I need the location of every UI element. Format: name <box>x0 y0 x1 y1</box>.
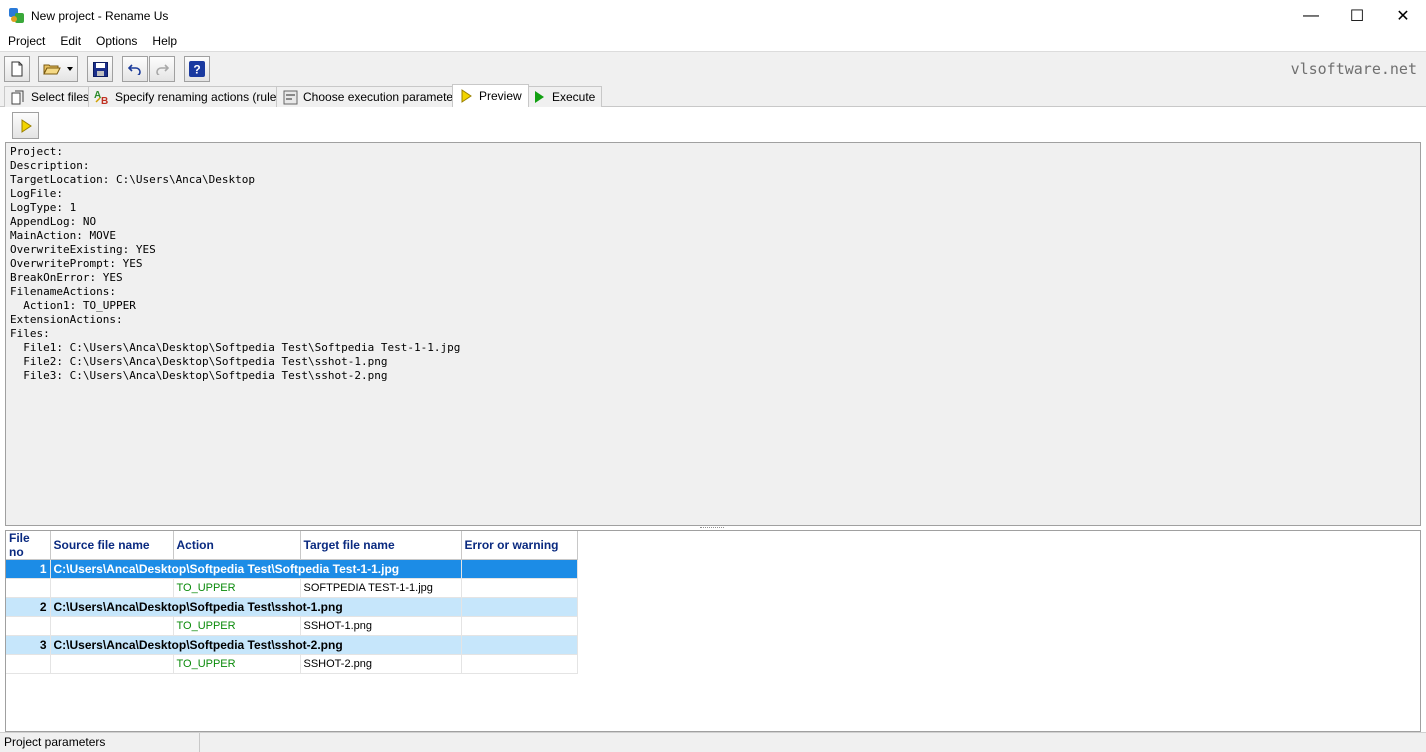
save-icon <box>92 61 108 77</box>
file-no-cell: 3 <box>6 635 51 655</box>
preview-arrow-icon <box>21 118 32 133</box>
preview-panel: Project: Description: TargetLocation: C:… <box>0 107 1426 732</box>
target-file-cell: SOFTPEDIA TEST-1-1.jpg <box>300 578 462 598</box>
action-cell: TO_UPPER <box>173 578 301 598</box>
tab-preview[interactable]: Preview <box>452 84 529 107</box>
col-file-no[interactable]: File no <box>6 531 51 560</box>
undo-button[interactable] <box>122 56 148 82</box>
table-row[interactable]: 2 C:\Users\Anca\Desktop\Softpedia Test\s… <box>6 597 578 617</box>
col-target-file-name[interactable]: Target file name <box>300 531 462 560</box>
close-button[interactable]: ✕ <box>1380 0 1426 31</box>
chevron-down-icon <box>67 67 73 71</box>
maximize-icon: ☐ <box>1349 7 1365 25</box>
col-action[interactable]: Action <box>173 531 301 560</box>
file-no-cell: 2 <box>6 597 51 617</box>
status-secondary <box>200 733 1426 752</box>
menu-bar: Project Edit Options Help <box>0 31 1426 51</box>
open-project-button[interactable] <box>38 56 78 82</box>
file-no-cell: 1 <box>6 559 51 579</box>
source-file-cell: C:\Users\Anca\Desktop\Softpedia Test\ssh… <box>50 635 462 655</box>
col-error-warning[interactable]: Error or warning <box>461 531 578 560</box>
preview-table: File no Source file name Action Target f… <box>6 531 578 674</box>
menu-options[interactable]: Options <box>88 31 144 51</box>
table-header: File no Source file name Action Target f… <box>6 531 578 560</box>
minimize-button[interactable]: — <box>1288 0 1334 31</box>
svg-text:?: ? <box>193 63 200 77</box>
tab-label: Execute <box>552 90 596 104</box>
source-file-cell: C:\Users\Anca\Desktop\Softpedia Test\ssh… <box>50 597 462 617</box>
menu-edit[interactable]: Edit <box>52 31 88 51</box>
close-icon: ✕ <box>1396 7 1410 25</box>
preview-arrow-icon <box>458 88 474 104</box>
app-icon[interactable] <box>9 7 25 24</box>
table-row[interactable]: TO_UPPER SSHOT-2.png <box>6 654 578 674</box>
action-cell: TO_UPPER <box>173 616 301 636</box>
new-file-icon <box>11 61 23 77</box>
save-button[interactable] <box>87 56 113 82</box>
toolbar: ? vlsoftware.net <box>0 51 1426 84</box>
tab-renaming-actions[interactable]: AB Specify renaming actions (rules) <box>88 86 294 107</box>
splitter-grip <box>700 527 724 529</box>
menu-project[interactable]: Project <box>0 31 52 51</box>
tab-select-files[interactable]: Select files <box>4 86 97 107</box>
open-folder-icon <box>43 64 61 75</box>
generate-preview-button[interactable] <box>12 112 39 139</box>
window-controls: — ☐ ✕ <box>1288 0 1426 31</box>
redo-icon <box>156 64 169 75</box>
parameters-icon <box>282 89 298 105</box>
table-row[interactable]: TO_UPPER SSHOT-1.png <box>6 616 578 636</box>
title-bar: New project - Rename Us — ☐ ✕ <box>0 0 1426 31</box>
status-text: Project parameters <box>0 733 200 752</box>
tab-execute[interactable]: Execute <box>525 86 603 107</box>
window-title: New project - Rename Us <box>31 8 169 23</box>
target-file-cell: SSHOT-2.png <box>300 654 462 674</box>
new-project-button[interactable] <box>4 56 30 82</box>
tab-label: Choose execution parameters <box>303 90 464 104</box>
tab-label: Specify renaming actions (rules) <box>115 90 287 104</box>
undo-icon <box>128 64 141 75</box>
table-row[interactable]: 3 C:\Users\Anca\Desktop\Softpedia Test\s… <box>6 635 578 655</box>
table-row[interactable]: 1 C:\Users\Anca\Desktop\Softpedia Test\S… <box>6 559 578 579</box>
target-file-cell: SSHOT-1.png <box>300 616 462 636</box>
project-parameters-text[interactable]: Project: Description: TargetLocation: C:… <box>5 142 1421 526</box>
tab-label: Preview <box>479 89 522 103</box>
ab-rules-icon: AB <box>94 89 110 105</box>
maximize-button[interactable]: ☐ <box>1334 0 1380 31</box>
menu-help[interactable]: Help <box>144 31 184 51</box>
source-file-cell: C:\Users\Anca\Desktop\Softpedia Test\Sof… <box>50 559 462 579</box>
execute-play-icon <box>531 89 547 105</box>
error-cell <box>461 635 578 655</box>
action-cell: TO_UPPER <box>173 654 301 674</box>
redo-button[interactable] <box>149 56 175 82</box>
error-cell <box>461 559 578 579</box>
files-icon <box>10 89 26 105</box>
error-cell <box>461 597 578 617</box>
tab-label: Select files <box>31 90 90 104</box>
svg-text:B: B <box>101 96 108 105</box>
help-icon: ? <box>189 61 205 77</box>
preview-grid[interactable]: File no Source file name Action Target f… <box>5 530 1421 732</box>
brand-label[interactable]: vlsoftware.net <box>1291 60 1417 78</box>
status-bar: Project parameters <box>0 732 1426 752</box>
col-source-file-name[interactable]: Source file name <box>50 531 174 560</box>
minimize-icon: — <box>1303 6 1319 24</box>
table-row[interactable]: TO_UPPER SOFTPEDIA TEST-1-1.jpg <box>6 578 578 598</box>
tab-execution-parameters[interactable]: Choose execution parameters <box>276 86 471 107</box>
help-button[interactable]: ? <box>184 56 210 82</box>
tab-bar: Select files AB Specify renaming actions… <box>0 84 1426 107</box>
